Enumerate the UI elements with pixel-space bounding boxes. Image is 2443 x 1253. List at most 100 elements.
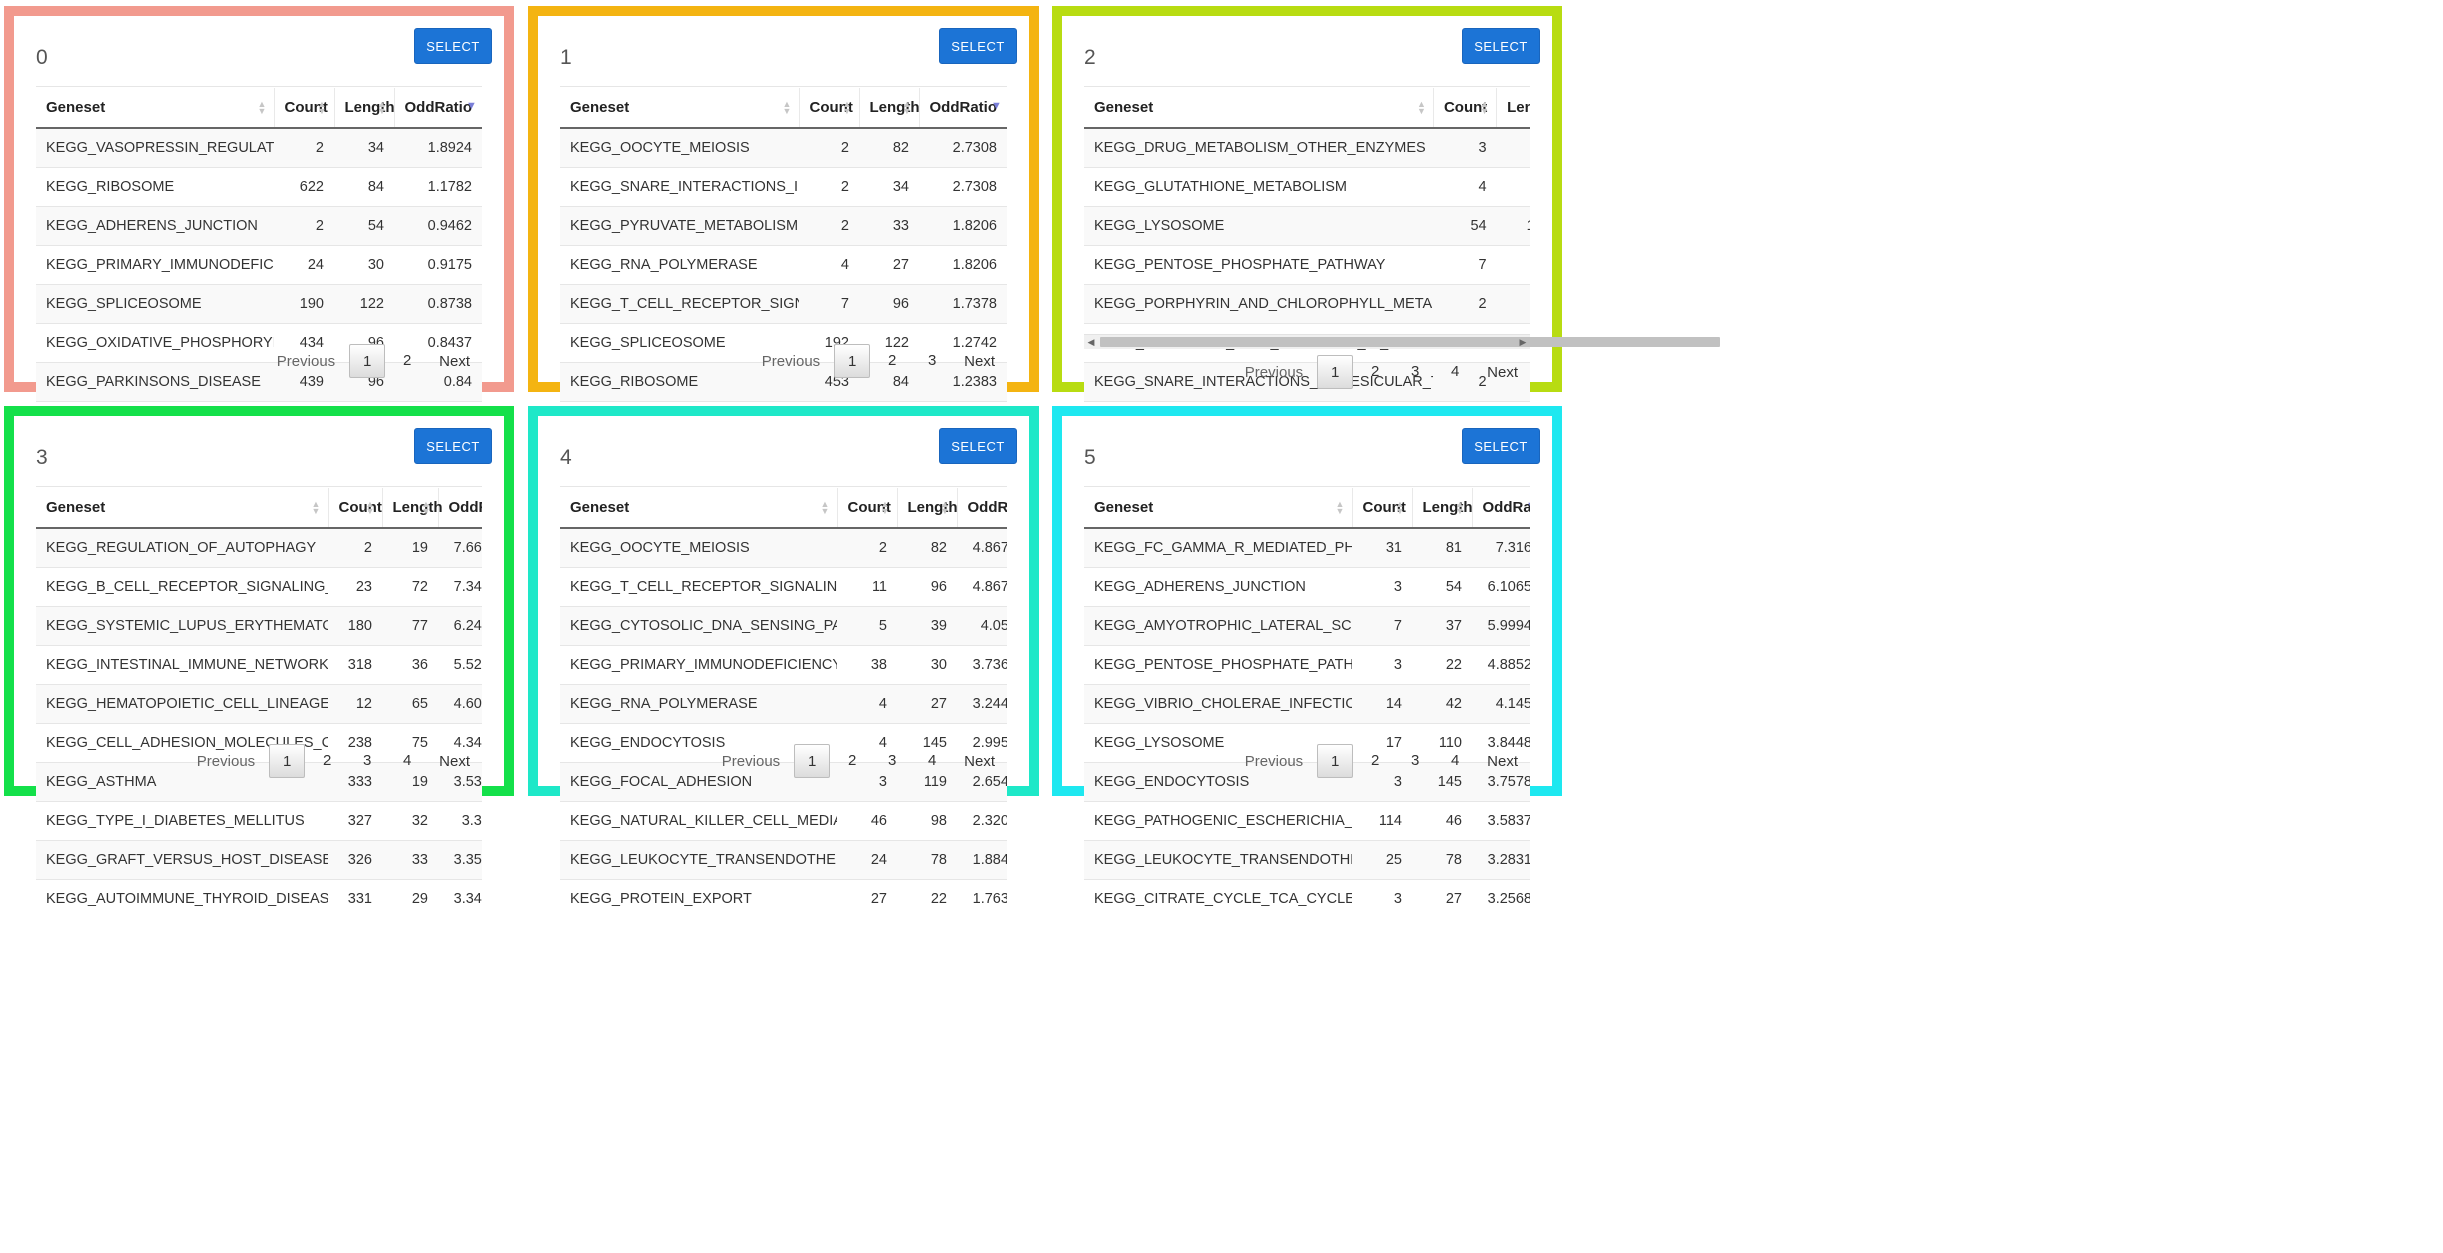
table-row[interactable]: KEGG_LEUKOCYTE_TRANSENDOTHELIAL_MIGRATIO… <box>560 839 1007 879</box>
page-button-1[interactable]: 1 <box>349 344 386 378</box>
table-row[interactable]: KEGG_TYPE_I_DIABETES_MELLITUS327323.375 <box>36 800 482 840</box>
column-header-length[interactable]: Length▲ ▼ <box>896 488 958 529</box>
page-button-1[interactable]: 1 <box>794 744 831 778</box>
page-button-1[interactable]: 1 <box>1317 744 1354 778</box>
table-row[interactable]: KEGG_PYRUVATE_METABOLISM 2 33 1.8206 <box>560 205 1007 245</box>
column-header-geneset[interactable]: Geneset ▲ ▼ <box>560 88 799 129</box>
column-header-count[interactable]: Count ▲ ▼ <box>1432 88 1497 129</box>
table-row[interactable]: KEGG_PRIMARY_IMMUNODEFICIENCY38303.7364 <box>560 644 1007 684</box>
next-page-button[interactable]: Next <box>952 753 1007 770</box>
column-header-count[interactable]: Count ▲ ▼ <box>836 488 897 529</box>
previous-page-button[interactable]: Previous <box>185 753 267 770</box>
next-page-button[interactable]: Next <box>427 353 482 370</box>
table-row[interactable]: KEGG_ADHERENS_JUNCTION 2 54 0.9462 <box>36 205 482 245</box>
page-button-1[interactable]: 1 <box>834 344 871 378</box>
table-row[interactable]: KEGG_OOCYTE_MEIOSIS2824.8672 <box>560 527 1007 567</box>
table-row[interactable]: KEGG_SYSTEMIC_LUPUS_ERYTHEMATOSUS180776.… <box>36 605 482 645</box>
column-header-length[interactable]: Length▲ ▼ <box>1411 488 1473 529</box>
column-header-geneset[interactable]: Geneset ▲ ▼ <box>1084 88 1434 129</box>
page-button-4[interactable]: 4 <box>1437 744 1473 778</box>
page-button-3[interactable]: 3 <box>1397 744 1433 778</box>
table-row[interactable]: KEGG_CYTOSOLIC_DNA_SENSING_PATHWAY5394.0… <box>560 605 1007 645</box>
previous-page-button[interactable]: Previous <box>710 753 792 770</box>
page-button-4[interactable]: 4 <box>1437 355 1473 389</box>
next-page-button[interactable]: Next <box>952 353 1007 370</box>
table-row[interactable]: KEGG_GLUTATHIONE_METABOLISM439 <box>1084 166 1530 206</box>
horizontal-scrollbar[interactable]: ◀ ▶ <box>1084 334 1720 349</box>
column-header-length[interactable]: Length▲ ▼ <box>333 88 395 129</box>
table-row[interactable]: KEGG_RNA_POLYMERASE4273.2448 <box>560 683 1007 723</box>
table-row[interactable]: KEGG_REGULATION_OF_AUTOPHAGY2197.6686 <box>36 527 482 567</box>
column-header-oddratio[interactable]: OddRatio▼ <box>918 88 1007 129</box>
next-page-button[interactable]: Next <box>427 753 482 770</box>
scroll-right-icon[interactable]: ▶ <box>1516 335 1530 349</box>
page-button-3[interactable]: 3 <box>874 744 910 778</box>
column-header-count[interactable]: Count ▲ ▼ <box>327 488 382 529</box>
page-button-2[interactable]: 2 <box>874 344 910 378</box>
table-row[interactable]: KEGG_SPLICEOSOME 190 122 0.8738 <box>36 283 482 323</box>
table-row[interactable]: KEGG_AMYOTROPHIC_LATERAL_SCLEROSIS_ALS73… <box>1084 605 1530 645</box>
column-header-oddratio[interactable]: OddRatio▼ <box>956 488 1007 529</box>
table-row[interactable]: KEGG_HEMATOPOIETIC_CELL_LINEAGE12654.601… <box>36 683 482 723</box>
column-header-count[interactable]: Count ▲ ▼ <box>273 88 334 129</box>
table-row[interactable]: KEGG_FC_GAMMA_R_MEDIATED_PHAGOCYTOSIS318… <box>1084 527 1530 567</box>
page-button-2[interactable]: 2 <box>389 344 425 378</box>
table-row[interactable]: KEGG_PRIMARY_IMMUNODEFICIENCY24300.9175 <box>36 244 482 284</box>
table-row[interactable]: KEGG_B_CELL_RECEPTOR_SIGNALING_PATHWAY23… <box>36 566 482 606</box>
table-row[interactable]: KEGG_AUTOIMMUNE_THYROID_DISEASE 331 29 3.34… <box>36 878 482 918</box>
previous-page-button[interactable]: Previous <box>750 353 832 370</box>
page-button-1[interactable]: 1 <box>1317 355 1354 389</box>
page-button-4[interactable]: 4 <box>914 744 950 778</box>
column-header-count[interactable]: Count ▲ ▼ <box>1351 488 1412 529</box>
table-row[interactable]: KEGG_RIBOSOME 622 84 1.1782 <box>36 166 482 206</box>
page-button-2[interactable]: 2 <box>834 744 870 778</box>
table-row[interactable]: KEGG_VASOPRESSIN_REGULATED_WATER_REABSOR… <box>36 127 482 167</box>
column-header-length[interactable]: Length▲ ▼ <box>858 88 920 129</box>
table-row[interactable]: KEGG_PENTOSE_PHOSPHATE_PATHWAY722 <box>1084 244 1530 284</box>
table-row[interactable]: KEGG_NATURAL_KILLER_CELL_MEDIATED_CYTOTO… <box>560 800 1007 840</box>
column-header-geneset[interactable]: Geneset ▲ ▼ <box>1084 488 1352 529</box>
table-row[interactable]: KEGG_T_CELL_RECEPTOR_SIGNALING_PATHWAY79… <box>560 283 1007 323</box>
previous-page-button[interactable]: Previous <box>1233 364 1315 381</box>
table-row[interactable]: KEGG_PORPHYRIN_AND_CHLOROPHYLL_METABOLIS… <box>1084 283 1530 323</box>
page-button-3[interactable]: 3 <box>1397 355 1433 389</box>
column-header-count[interactable]: Count ▲ ▼ <box>798 88 859 129</box>
column-header-geneset[interactable]: Geneset ▲ ▼ <box>36 88 274 129</box>
column-header-oddratio[interactable]: OddRatio▼ <box>1471 488 1530 529</box>
next-page-button[interactable]: Next <box>1475 364 1530 381</box>
table-row[interactable]: KEGG_CITRATE_CYCLE_TCA_CYCLE 3 27 3.2568 <box>1084 878 1530 918</box>
page-button-3[interactable]: 3 <box>349 744 385 778</box>
table-row[interactable]: KEGG_PATHOGENIC_ESCHERICHIA_COLI_INFECTI… <box>1084 800 1530 840</box>
select-button[interactable]: SELECT <box>939 428 1017 464</box>
page-button-2[interactable]: 2 <box>309 744 345 778</box>
select-button[interactable]: SELECT <box>1462 28 1540 64</box>
column-header-geneset[interactable]: Geneset ▲ ▼ <box>560 488 837 529</box>
table-row[interactable]: KEGG_PENTOSE_PHOSPHATE_PATHWAY3224.8852 <box>1084 644 1530 684</box>
table-row[interactable]: KEGG_GRAFT_VERSUS_HOST_DISEASE326333.351… <box>36 839 482 879</box>
column-header-oddratio[interactable]: OddRatio▼ <box>393 88 482 129</box>
table-row[interactable]: KEGG_ADHERENS_JUNCTION 3 54 6.1065 <box>1084 566 1530 606</box>
page-button-2[interactable]: 2 <box>1357 744 1393 778</box>
select-button[interactable]: SELECT <box>414 28 492 64</box>
next-page-button[interactable]: Next <box>1475 753 1530 770</box>
table-row[interactable]: KEGG_LYSOSOME54110 <box>1084 205 1530 245</box>
table-row[interactable]: KEGG_VIBRIO_CHOLERAE_INFECTION 14 42 4.145 <box>1084 683 1530 723</box>
scroll-left-icon[interactable]: ◀ <box>1084 335 1098 349</box>
scrollbar-thumb[interactable] <box>1100 337 1720 347</box>
page-button-3[interactable]: 3 <box>914 344 950 378</box>
column-header-oddratio[interactable]: OddRatio▼ <box>437 488 482 529</box>
select-button[interactable]: SELECT <box>939 28 1017 64</box>
page-button-1[interactable]: 1 <box>269 744 306 778</box>
select-button[interactable]: SELECT <box>414 428 492 464</box>
page-button-2[interactable]: 2 <box>1357 355 1393 389</box>
page-button-4[interactable]: 4 <box>389 744 425 778</box>
select-button[interactable]: SELECT <box>1462 428 1540 464</box>
column-header-length[interactable]: Length▲ ▼ <box>1496 88 1530 129</box>
table-row[interactable]: KEGG_LEUKOCYTE_TRANSENDOTHELIAL_MIGRATIO… <box>1084 839 1530 879</box>
table-row[interactable]: KEGG_RNA_POLYMERASE 4 27 1.8206 <box>560 244 1007 284</box>
column-header-geneset[interactable]: Geneset ▲ ▼ <box>36 488 328 529</box>
previous-page-button[interactable]: Previous <box>1233 753 1315 770</box>
table-row[interactable]: KEGG_OOCYTE_MEIOSIS 2 82 2.7308 <box>560 127 1007 167</box>
table-row[interactable]: KEGG_SNARE_INTERACTIONS_IN_VESICULAR_TRA… <box>560 166 1007 206</box>
column-header-length[interactable]: Length▲ ▼ <box>381 488 443 529</box>
